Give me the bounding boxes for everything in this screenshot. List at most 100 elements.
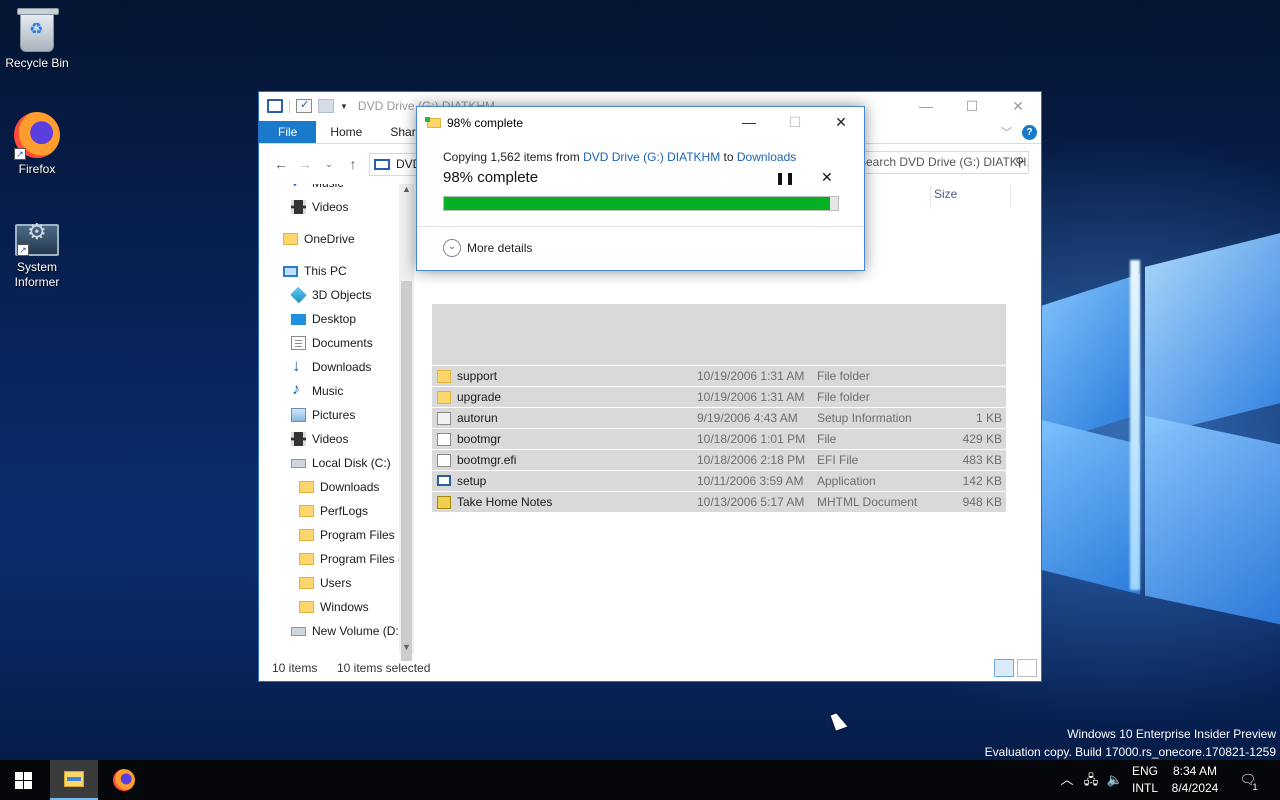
nav-item-pictures[interactable]: Pictures: [291, 404, 355, 426]
nav-item-this-pc[interactable]: This PC: [283, 260, 347, 282]
nav-item-music[interactable]: Music: [291, 379, 343, 402]
copy-prefix: Copying 1,562 items from: [443, 150, 580, 164]
desktop-icon-firefox[interactable]: ↗ Firefox: [0, 112, 74, 177]
help-icon[interactable]: ?: [1022, 124, 1037, 140]
file-size: 1 KB: [975, 411, 1002, 425]
taskbar-firefox[interactable]: [100, 760, 148, 800]
navigation-pane[interactable]: Music Videos OneDrive This PC 3D Objects…: [259, 184, 414, 654]
new-folder-icon[interactable]: [318, 99, 334, 113]
nav-item-program-files-x86[interactable]: Program Files (: [299, 548, 402, 570]
expand-ribbon-icon[interactable]: ﹀: [1001, 124, 1012, 140]
table-row[interactable]: bootmgr.efi 10/18/2006 2:18 PM EFI File …: [432, 450, 1006, 471]
nav-item-documents[interactable]: Documents: [291, 332, 373, 354]
selected-count: 10 items selected: [337, 661, 431, 675]
table-row[interactable]: upgrade 10/19/2006 1:31 AM File folder: [432, 387, 1006, 408]
to-word: to: [723, 150, 734, 164]
folder-icon: [299, 505, 314, 517]
network-icon[interactable]: 🖧: [1080, 760, 1102, 800]
nav-item-downloads[interactable]: Downloads: [291, 355, 371, 378]
scrollbar-thumb[interactable]: [401, 281, 412, 661]
nav-item-videos[interactable]: Videos: [291, 428, 348, 450]
nav-item-3d-objects[interactable]: 3D Objects: [290, 284, 372, 306]
scroll-down-icon[interactable]: ▼: [402, 642, 411, 652]
recent-locations-button[interactable]: ⌄: [317, 159, 341, 170]
language-code[interactable]: ENG: [1126, 764, 1164, 778]
tab-home[interactable]: Home: [316, 121, 376, 143]
minimize-button[interactable]: —: [903, 92, 949, 120]
firefox-icon: [113, 769, 135, 791]
up-button[interactable]: ↑: [341, 156, 365, 172]
nav-item-desktop[interactable]: Desktop: [291, 308, 356, 330]
nav-scrollbar[interactable]: ▲ ▼: [399, 184, 414, 661]
large-icons-view-button[interactable]: [1017, 659, 1037, 677]
file-size: 483 KB: [962, 453, 1002, 467]
application-icon: [437, 475, 451, 486]
back-button[interactable]: ←: [269, 156, 293, 172]
file-date: 10/19/2006 1:31 AM: [697, 369, 805, 383]
taskbar-file-explorer[interactable]: [50, 760, 98, 800]
nav-item-local-disk[interactable]: Local Disk (C:): [291, 452, 391, 474]
desktop-icon-recycle-bin[interactable]: Recycle Bin: [0, 8, 74, 71]
nav-item-new-volume[interactable]: New Volume (D:: [291, 620, 399, 642]
table-row[interactable]: support 10/19/2006 1:31 AM File folder: [432, 366, 1006, 387]
more-details-button[interactable]: ⌄ More details: [443, 239, 532, 257]
table-row[interactable]: setup 10/11/2006 3:59 AM Application 142…: [432, 471, 1006, 492]
file-type: Setup Information: [817, 411, 912, 425]
column-header-size[interactable]: Size: [934, 184, 957, 212]
search-input[interactable]: Search DVD Drive (G:) DIATKH... ⚲: [853, 151, 1029, 174]
clock-date[interactable]: 8/4/2024: [1166, 781, 1224, 795]
nav-item-label: Videos: [312, 200, 349, 214]
nav-item-videos[interactable]: Videos: [291, 196, 348, 218]
file-date: 9/19/2006 4:43 AM: [697, 411, 798, 425]
music-icon: [291, 184, 306, 193]
progress-fill: [444, 197, 831, 210]
window-icon: [267, 99, 283, 113]
dialog-close-button[interactable]: ✕: [818, 107, 864, 137]
file-name: setup: [457, 474, 487, 488]
nav-item-label: Program Files: [320, 528, 395, 542]
file-name: Take Home Notes: [457, 495, 553, 509]
dialog-titlebar[interactable]: 98% complete — ☐ ✕: [417, 107, 864, 138]
show-hidden-icons-icon[interactable]: ︿: [1058, 760, 1076, 800]
language-layout[interactable]: INTL: [1126, 781, 1164, 795]
table-row[interactable]: Take Home Notes 10/13/2006 5:17 AM MHTML…: [432, 492, 1006, 513]
tab-file[interactable]: File: [259, 121, 317, 143]
percent-complete-label: 98% complete: [443, 169, 539, 186]
desktop-icon-system-informer[interactable]: ↗ System Informer: [0, 216, 74, 290]
status-bar: 10 items 10 items selected: [259, 657, 1041, 681]
clock-time[interactable]: 8:34 AM: [1166, 764, 1224, 778]
table-row[interactable]: autorun 9/19/2006 4:43 AM Setup Informat…: [432, 408, 1006, 429]
wallpaper-pane: [1145, 415, 1280, 625]
wallpaper-light-beam: [1130, 260, 1140, 590]
volume-icon[interactable]: 🔈: [1104, 760, 1126, 800]
action-center-button[interactable]: 🗨: [1236, 760, 1260, 800]
nav-item-label: Music: [312, 184, 343, 194]
nav-item-onedrive[interactable]: OneDrive: [283, 228, 355, 250]
nav-item-downloads-folder[interactable]: Downloads: [299, 476, 379, 498]
table-row[interactable]: bootmgr 10/18/2006 1:01 PM File 429 KB: [432, 429, 1006, 450]
nav-item-program-files[interactable]: Program Files: [299, 524, 395, 546]
pause-button[interactable]: ❚❚: [775, 171, 795, 185]
firefox-icon: ↗: [14, 112, 60, 160]
maximize-button[interactable]: ☐: [949, 92, 995, 120]
customize-quick-access-icon[interactable]: ▼: [340, 102, 348, 111]
dialog-minimize-button[interactable]: —: [726, 107, 772, 137]
cancel-button[interactable]: ✕: [821, 169, 833, 186]
source-link[interactable]: DVD Drive (G:) DIATKHM: [583, 150, 720, 164]
start-button[interactable]: [0, 760, 48, 800]
copy-progress-dialog[interactable]: 98% complete — ☐ ✕ Copying 1,562 items f…: [416, 106, 865, 271]
properties-icon[interactable]: [296, 98, 312, 113]
details-view-button[interactable]: [994, 659, 1014, 677]
close-button[interactable]: ✕: [995, 92, 1041, 120]
destination-link[interactable]: Downloads: [737, 150, 796, 164]
forward-button[interactable]: →: [293, 156, 317, 172]
nav-item-label: 3D Objects: [312, 288, 372, 302]
nav-item-music[interactable]: Music: [291, 184, 343, 194]
onedrive-icon: [283, 233, 298, 245]
nav-item-users[interactable]: Users: [299, 572, 351, 594]
nav-item-perflogs[interactable]: PerfLogs: [299, 500, 368, 522]
scroll-up-icon[interactable]: ▲: [402, 184, 411, 194]
dialog-maximize-button: ☐: [788, 114, 802, 130]
nav-item-windows[interactable]: Windows: [299, 596, 369, 618]
shortcut-arrow-icon: ↗: [14, 148, 26, 160]
